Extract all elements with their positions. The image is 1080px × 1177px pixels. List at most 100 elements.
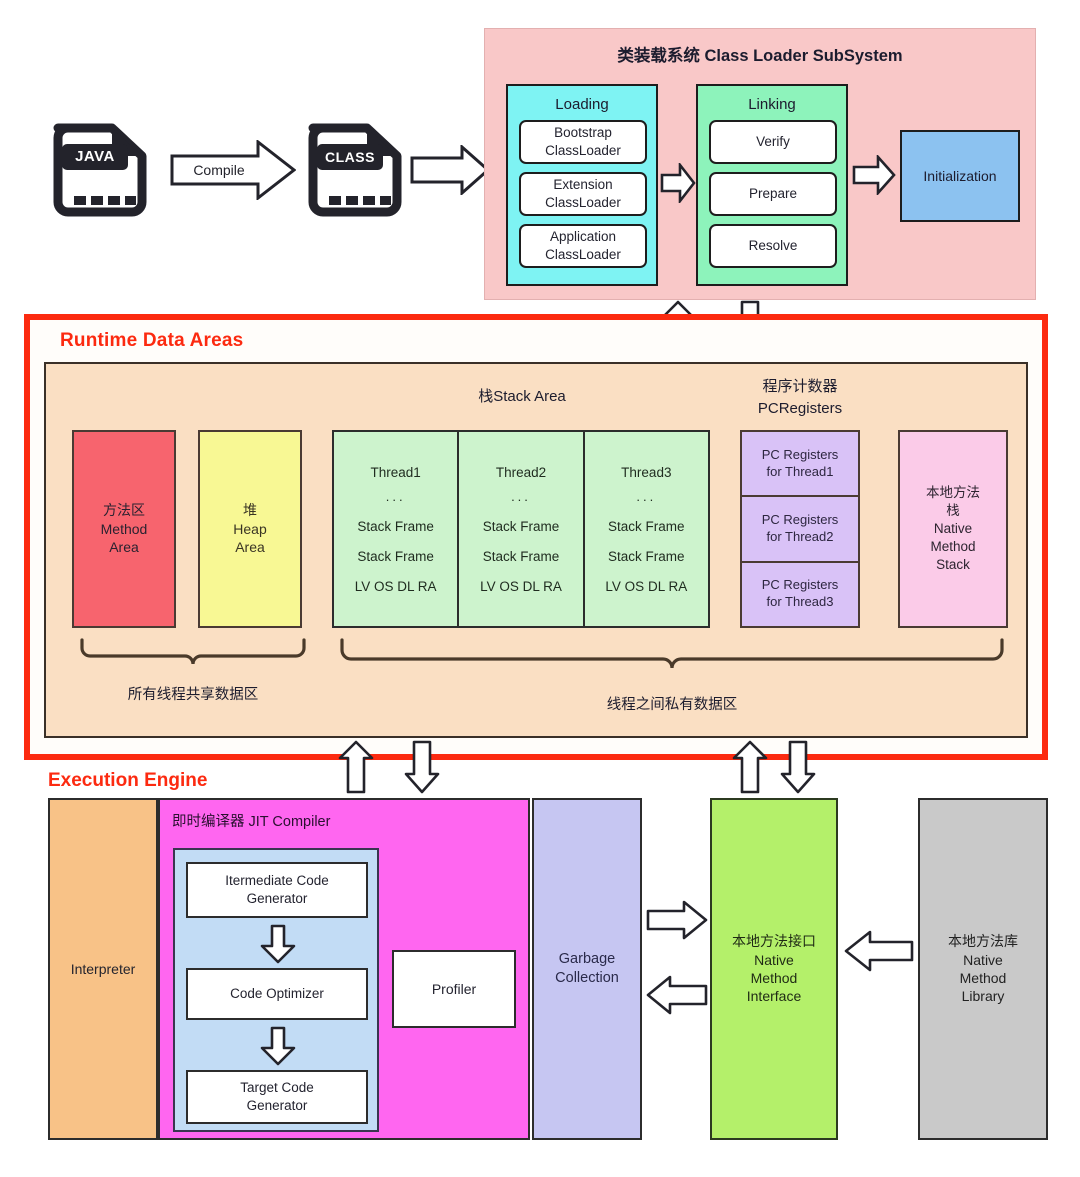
extension-classloader-line1: Extension [553, 177, 613, 193]
extension-classloader-line2: ClassLoader [545, 195, 621, 210]
runtime-execution-arrows-left [338, 740, 458, 796]
pc-registers-thread2-line1: PC Registers [761, 512, 839, 528]
native-method-interface-box: 本地方法接口 Native Method Interface [710, 798, 838, 1140]
loading-to-linking-arrow [660, 161, 696, 205]
native-method-library-en1: Native [963, 951, 1003, 968]
garbage-collection-line2: Collection [555, 970, 619, 986]
native-method-stack-cn2: 栈 [946, 503, 960, 519]
class-file-label: CLASS [325, 148, 375, 165]
extension-classloader-box: Extension ClassLoader [519, 172, 647, 216]
loading-phase-title: Loading [555, 96, 609, 114]
thread2-dots: ... [511, 488, 531, 504]
shared-area-brace [78, 638, 308, 672]
intermediate-code-generator-box: Itermediate Code Generator [186, 862, 368, 918]
pc-registers-thread2: PC Registers for Thread2 [742, 497, 858, 563]
thread1-dots: ... [385, 488, 406, 504]
bootstrap-classloader-line1: Bootstrap [554, 125, 612, 141]
shared-area-caption: 所有线程共享数据区 [127, 687, 259, 704]
compile-label: Compile [193, 161, 245, 178]
bootstrap-classloader-line2: ClassLoader [545, 143, 621, 158]
native-method-library-cn: 本地方法库 [948, 933, 1018, 950]
pc-registers-thread2-line2: for Thread2 [766, 528, 834, 544]
jit-arrow-1 [260, 924, 296, 964]
java-file-icon: JAVA [40, 110, 160, 220]
interpreter-box: Interpreter [48, 798, 158, 1140]
thread-column-1: Thread1 ... Stack Frame Stack Frame LV O… [334, 432, 460, 626]
target-code-generator-box: Target Code Generator [186, 1070, 368, 1124]
native-method-stack-cn1: 本地方法 [926, 485, 980, 501]
nmi-to-gc-arrow [646, 975, 708, 1015]
nml-to-nmi-arrow [844, 930, 914, 972]
thread3-name: Thread3 [621, 464, 672, 480]
application-classloader-line2: ClassLoader [545, 247, 621, 262]
method-area-box: 方法区 Method Area [72, 430, 176, 628]
code-optimizer-box: Code Optimizer [186, 968, 368, 1020]
thread3-slots: LV OS DL RA [605, 578, 688, 594]
heap-area-box: 堆 Heap Area [198, 430, 302, 628]
intermediate-code-generator-line2: Generator [246, 891, 308, 906]
java-file-label: JAVA [75, 148, 115, 166]
native-method-stack-en1: Native [933, 521, 973, 537]
native-method-interface-en2: Method [750, 970, 798, 986]
loading-phase-box: Loading Bootstrap ClassLoader Extension … [506, 84, 658, 286]
pc-registers-group: PC Registers for Thread1 PC Registers fo… [740, 430, 860, 628]
thread1-frame-1: Stack Frame [357, 518, 434, 534]
class-loader-subsystem-title: 类装载系统 Class Loader SubSystem [617, 47, 903, 66]
garbage-collection-line1: Garbage [558, 950, 616, 967]
stack-area-group: Thread1 ... Stack Frame Stack Frame LV O… [332, 430, 710, 628]
class-file-icon: CLASS [295, 110, 415, 220]
native-method-stack-box: 本地方法 栈 Native Method Stack [898, 430, 1008, 628]
thread-column-2: Thread2 ... Stack Frame Stack Frame LV O… [459, 432, 585, 626]
initialization-box: Initialization [900, 130, 1020, 222]
native-method-library-box: 本地方法库 Native Method Library [918, 798, 1048, 1140]
runtime-data-areas-title: Runtime Data Areas [60, 330, 244, 351]
application-classloader-line1: Application [549, 229, 617, 245]
jit-compiler-title: 即时编译器 JIT Compiler [172, 814, 331, 830]
thread3-dots: ... [636, 488, 657, 504]
prepare-box: Prepare [709, 172, 837, 216]
linking-phase-title: Linking [748, 96, 796, 114]
native-method-library-en3: Library [961, 988, 1005, 1005]
bootstrap-classloader-box: Bootstrap ClassLoader [519, 120, 647, 164]
thread1-frame-2: Stack Frame [357, 548, 434, 564]
jvm-architecture-diagram: JAVA Compile CLASS 类装载系统 Class Loader Su… [0, 0, 1080, 1177]
linking-to-initialization-arrow [852, 153, 896, 197]
thread2-frame-2: Stack Frame [482, 548, 560, 564]
pc-registers-header-en: PCRegisters [757, 400, 843, 418]
linking-phase-box: Linking Verify Prepare Resolve [696, 84, 848, 286]
runtime-execution-arrows-right [732, 740, 852, 796]
load-arrow [410, 143, 491, 197]
method-area-label-en2: Area [109, 539, 139, 556]
native-method-library-en2: Method [959, 970, 1007, 986]
application-classloader-box: Application ClassLoader [519, 224, 647, 268]
verify-box: Verify [709, 120, 837, 164]
pc-registers-thread3-line2: for Thread3 [766, 594, 834, 610]
jit-arrow-2 [260, 1026, 296, 1066]
pc-registers-thread1: PC Registers for Thread1 [742, 432, 858, 498]
resolve-box: Resolve [709, 224, 837, 268]
pc-registers-header-cn: 程序计数器 [762, 378, 838, 396]
private-area-brace [338, 638, 1006, 676]
pc-registers-thread1-line1: PC Registers [761, 446, 839, 462]
thread2-name: Thread2 [495, 464, 547, 480]
thread1-slots: LV OS DL RA [354, 578, 437, 594]
pc-registers-thread3: PC Registers for Thread3 [742, 563, 858, 626]
method-area-label-en1: Method [100, 520, 148, 537]
pc-registers-thread1-line2: for Thread1 [766, 463, 834, 479]
pc-registers-thread3-line1: PC Registers [761, 577, 839, 593]
method-area-label-cn: 方法区 [103, 502, 145, 519]
native-method-stack-en3: Stack [936, 556, 970, 572]
thread2-frame-1: Stack Frame [482, 518, 560, 534]
target-code-generator-line2: Generator [246, 1098, 308, 1113]
heap-area-label-cn: 堆 [243, 502, 257, 519]
thread2-slots: LV OS DL RA [480, 578, 562, 594]
target-code-generator-line1: Target Code [240, 1080, 314, 1096]
native-method-interface-cn: 本地方法接口 [732, 933, 816, 950]
thread1-name: Thread1 [370, 464, 421, 480]
garbage-collection-box: Garbage Collection [532, 798, 642, 1140]
native-method-interface-en3: Interface [746, 988, 802, 1005]
thread3-frame-1: Stack Frame [608, 518, 685, 534]
intermediate-code-generator-line1: Itermediate Code [225, 873, 329, 889]
stack-area-header: 栈Stack Area [478, 388, 566, 406]
private-area-caption: 线程之间私有数据区 [606, 697, 738, 714]
